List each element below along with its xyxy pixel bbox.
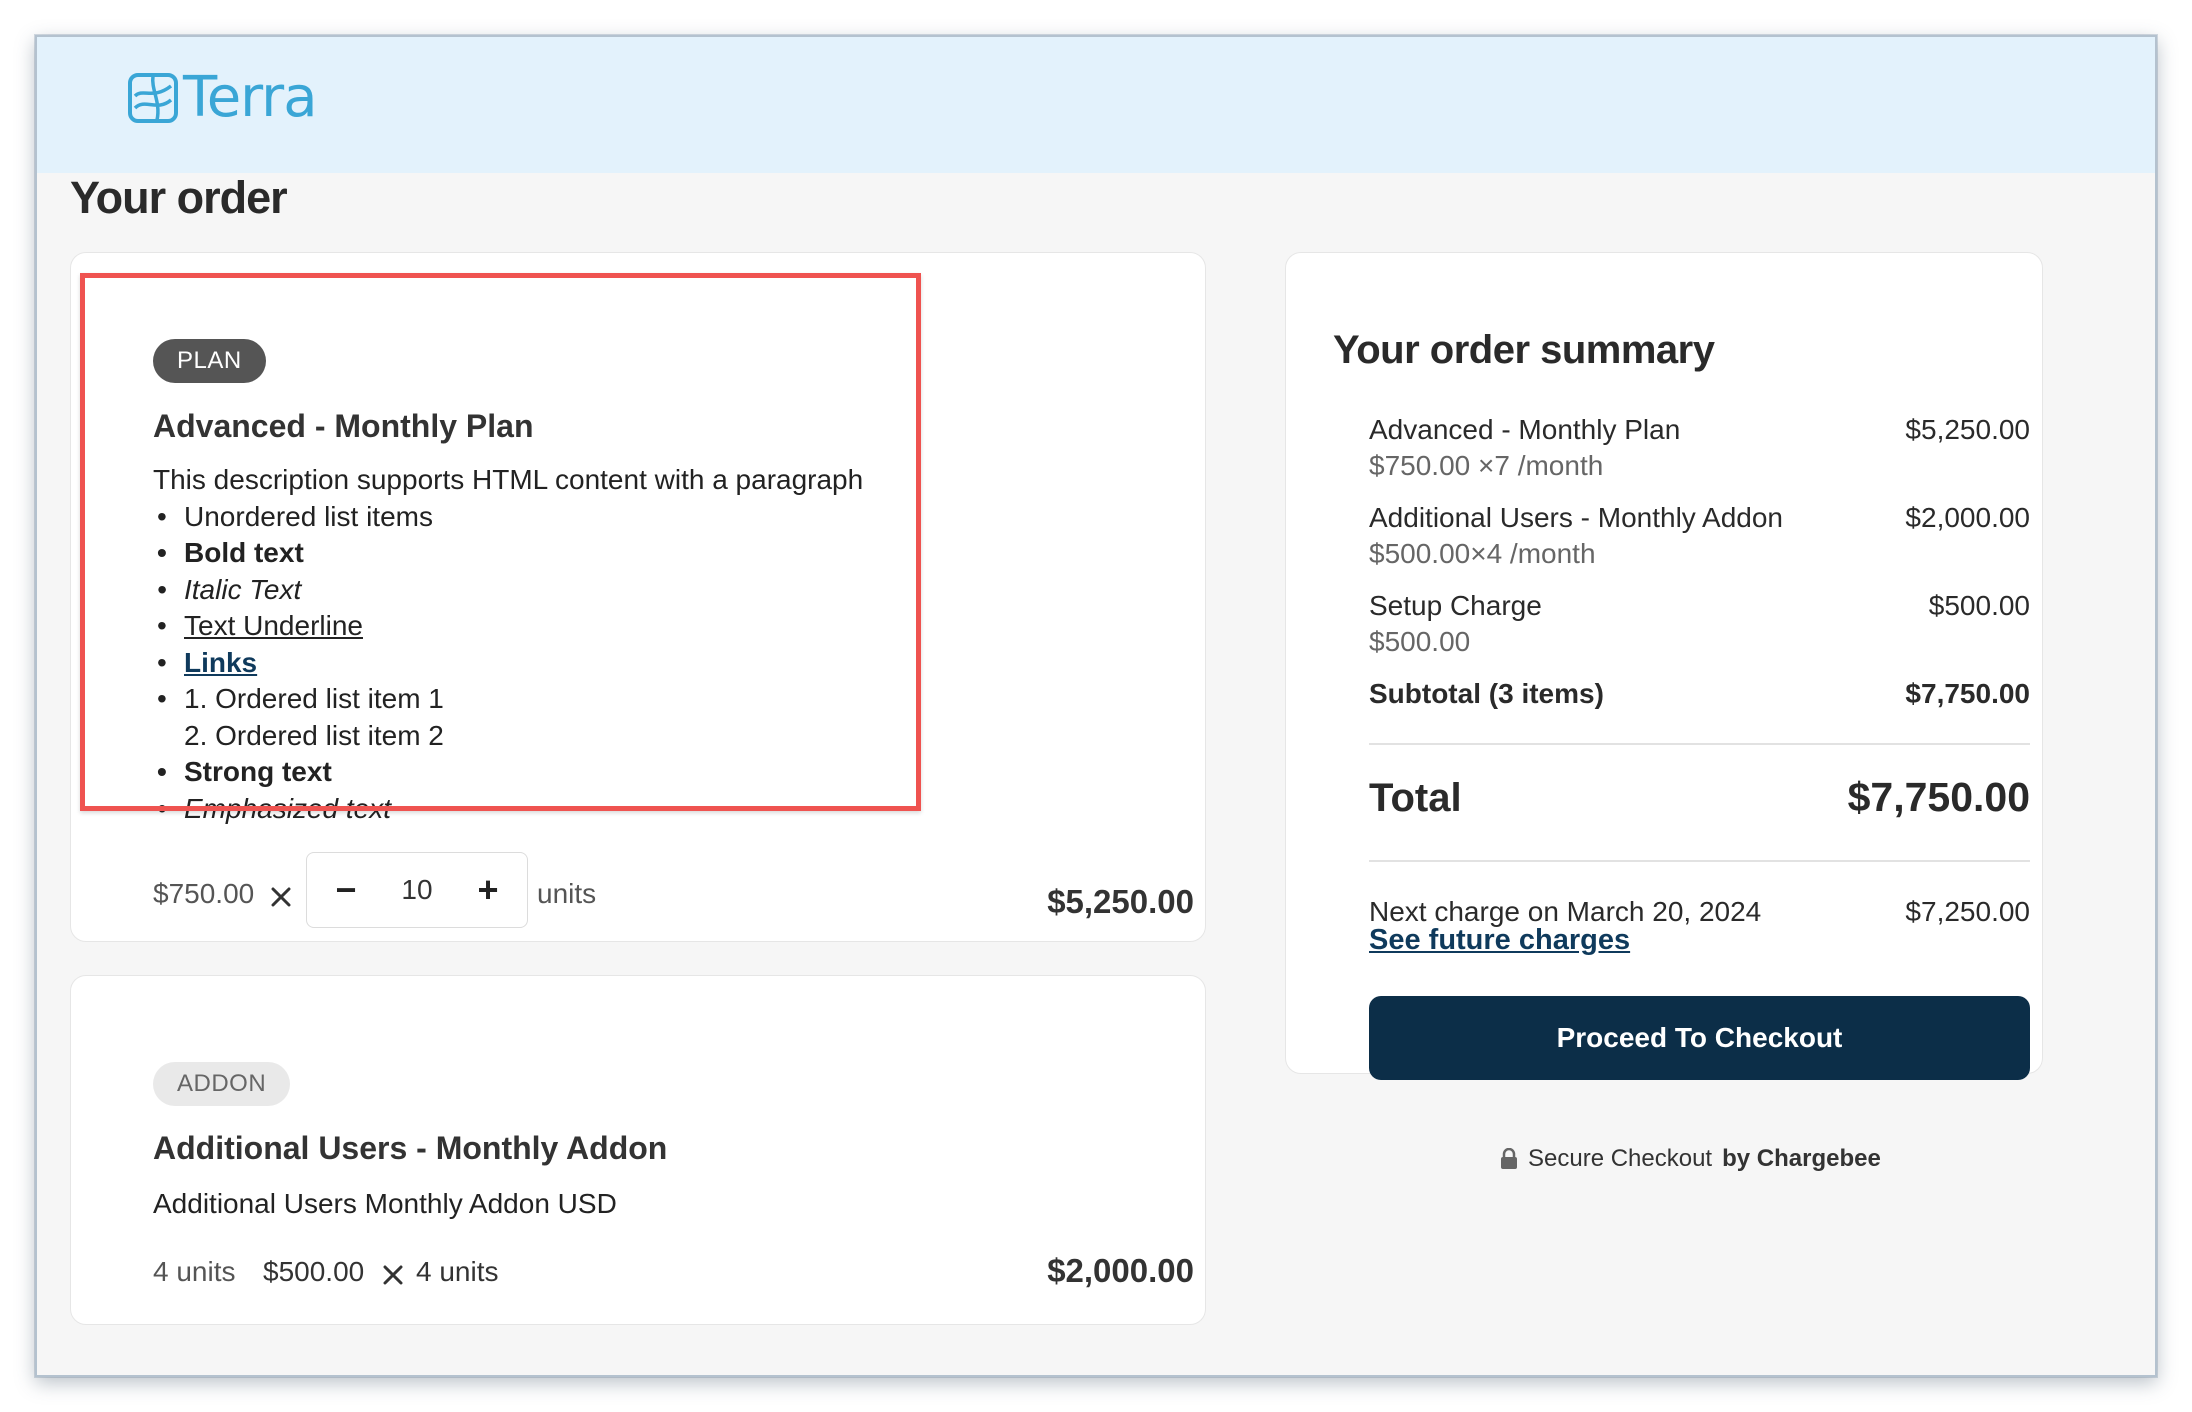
summary-line-name: Advanced - Monthly Plan	[1369, 414, 1681, 445]
underline-text: Text Underline	[184, 610, 363, 641]
next-charge-amount: $7,250.00	[1905, 896, 2030, 927]
summary-line-detail: $500.00	[1369, 626, 1471, 657]
addon-amount: $2,000.00	[1047, 1252, 1194, 1289]
brand-name: Terra	[183, 65, 318, 130]
list-item-italic: Italic Text	[153, 572, 863, 609]
multiply-icon	[271, 887, 291, 907]
increment-button[interactable]: +	[473, 869, 503, 911]
proceed-to-checkout-button[interactable]: Proceed To Checkout	[1369, 996, 2030, 1080]
plan-badge: PLAN	[153, 339, 266, 383]
plan-title: Advanced - Monthly Plan	[153, 408, 534, 444]
addon-description: Additional Users Monthly Addon USD	[153, 1188, 617, 1219]
unit-label: units	[537, 878, 597, 909]
list-item-ordered-1: 1. Ordered list item 1	[153, 681, 863, 718]
subtotal-amount: $7,750.00	[1905, 678, 2030, 709]
addon-title: Additional Users - Monthly Addon	[153, 1130, 668, 1166]
plan-unit-price: $750.00	[153, 878, 255, 909]
summary-line-amount: $500.00	[1928, 590, 2030, 621]
total-amount: $7,750.00	[1847, 774, 2030, 820]
list-item-link: Links	[153, 645, 863, 682]
addon-badge: ADDON	[153, 1062, 291, 1106]
chargebee-text: by Chargebee	[1722, 1145, 1881, 1172]
description-paragraph: This description supports HTML content w…	[153, 464, 864, 495]
secure-checkout-note: Secure Checkout by Chargebee	[1500, 1145, 1881, 1173]
header: Terra	[37, 37, 2155, 173]
description-list: Unordered list items Bold text Italic Te…	[153, 499, 863, 828]
summary-line-name: Setup Charge	[1369, 590, 1542, 621]
see-future-charges-link[interactable]: See future charges	[1369, 924, 1630, 957]
quantity-stepper: − 10 +	[306, 852, 528, 928]
secure-text: Secure Checkout	[1528, 1145, 1713, 1172]
plan-amount: $5,250.00	[1047, 883, 1194, 920]
decrement-button[interactable]: −	[331, 869, 361, 911]
summary-line-amount: $5,250.00	[1905, 414, 2030, 445]
page-title: Your order	[70, 172, 288, 223]
summary-divider	[1369, 860, 2030, 862]
list-item-underline: Text Underline	[153, 608, 863, 645]
summary-line-detail: $500.00×4 /month	[1369, 538, 1596, 569]
summary-line-name: Additional Users - Monthly Addon	[1369, 502, 1783, 533]
plan-description: This description supports HTML content w…	[153, 462, 863, 827]
list-item-strong: Strong text	[153, 754, 863, 791]
summary-line-amount: $2,000.00	[1905, 502, 2030, 533]
quantity-value[interactable]: 10	[401, 874, 432, 906]
summary-divider	[1369, 743, 2030, 745]
summary-line-detail: $750.00 ×7 /month	[1369, 450, 1604, 481]
lock-icon	[1501, 1148, 1517, 1169]
list-item-bold: Bold text	[153, 535, 863, 572]
addon-quantity: 4 units	[153, 1256, 236, 1287]
terra-logo-icon	[128, 72, 178, 123]
addon-multiplier: 4 units	[416, 1256, 499, 1287]
addon-unit-price: $500.00	[263, 1256, 365, 1287]
summary-title: Your order summary	[1333, 328, 1715, 372]
description-link[interactable]: Links	[184, 647, 257, 678]
list-item: Unordered list items	[153, 499, 863, 536]
multiply-icon	[383, 1265, 403, 1285]
subtotal-label: Subtotal (3 items)	[1369, 678, 1604, 709]
list-item-emphasized: Emphasized text	[153, 791, 863, 828]
brand-logo[interactable]: Terra	[127, 65, 318, 130]
total-label: Total	[1369, 776, 1462, 820]
list-item-ordered-2: 2. Ordered list item 2	[184, 719, 444, 751]
